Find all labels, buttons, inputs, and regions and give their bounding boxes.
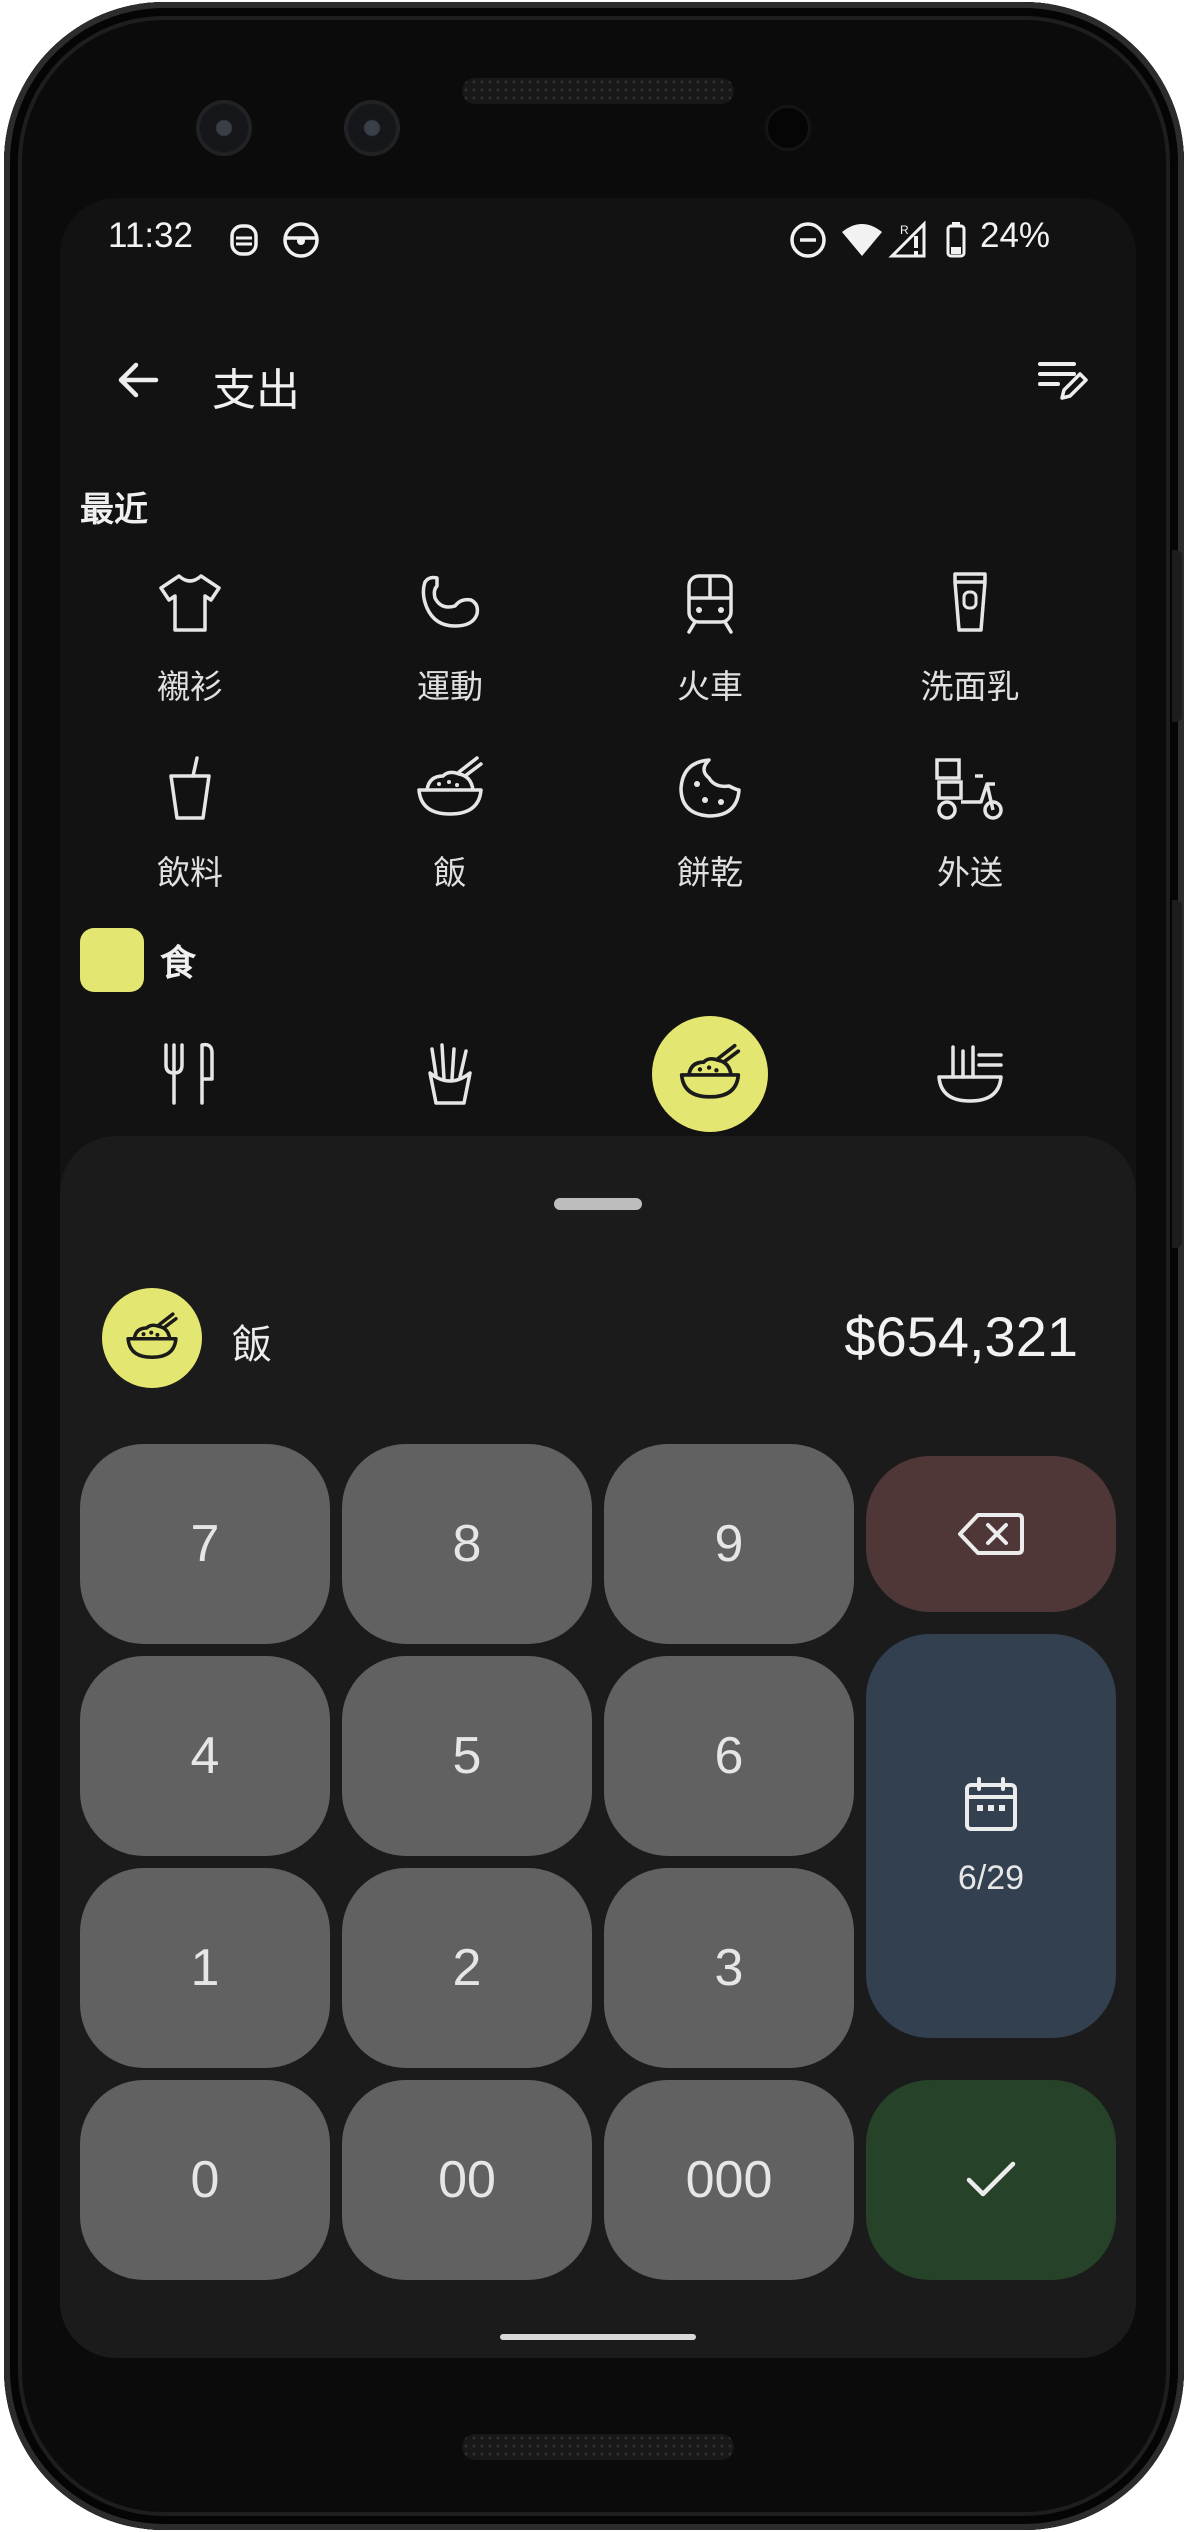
app-screen: 11:32 R 24% 支出 最近 襯衫 運動 火車 洗面乳 飲料 飯 餅乾 外… [60, 198, 1136, 2358]
check-icon [966, 2161, 1016, 2197]
battery-percentage: 24% [980, 216, 1051, 255]
status-bar: 11:32 R 24% [60, 198, 1136, 278]
recent-item-label: 火車 [677, 667, 743, 706]
train-icon [687, 574, 733, 634]
entry-bottom-sheet: 飯 $654,321 7 8 9 4 5 6 1 2 3 0 00 000 6/… [60, 1136, 1136, 2358]
recent-item-label: 襯衫 [157, 667, 223, 706]
sheet-drag-handle[interactable] [554, 1198, 642, 1210]
app-bar: 支出 [60, 318, 1136, 442]
recent-item-rice[interactable]: 飯 [320, 744, 580, 924]
shirt-icon [159, 574, 221, 632]
category-item-fries[interactable] [320, 1016, 580, 1136]
power-button [1172, 550, 1182, 722]
key-3[interactable]: 3 [604, 1868, 854, 2068]
recent-item-train[interactable]: 火車 [580, 558, 840, 738]
recent-item-cookie[interactable]: 餅乾 [580, 744, 840, 924]
back-button[interactable] [100, 342, 176, 418]
home-indicator[interactable] [500, 2334, 696, 2340]
recent-item-shirt[interactable]: 襯衫 [60, 558, 320, 738]
selected-item-name: 飯 [232, 1322, 272, 1368]
delivery-scooter-icon [935, 758, 1003, 820]
bottom-speaker [462, 2434, 734, 2460]
selected-item-avatar [102, 1288, 202, 1388]
recent-item-cleanser[interactable]: 洗面乳 [840, 558, 1100, 738]
key-000[interactable]: 000 [604, 2080, 854, 2280]
category-label: 食 [160, 943, 197, 984]
cleanser-tube-icon [953, 572, 987, 632]
recent-section-label: 最近 [80, 490, 148, 530]
drink-cup-icon [169, 756, 211, 820]
key-9[interactable]: 9 [604, 1444, 854, 1644]
category-color-chip [80, 928, 144, 992]
steering-wheel-icon [280, 220, 322, 260]
battery-icon [944, 220, 968, 260]
front-camera [196, 100, 252, 156]
rice-bowl-icon [417, 756, 483, 816]
do-not-disturb-icon [788, 220, 828, 260]
noodle-bowl-icon [937, 1045, 1003, 1103]
confirm-button[interactable] [866, 2080, 1116, 2280]
recent-item-delivery[interactable]: 外送 [840, 744, 1100, 924]
key-6[interactable]: 6 [604, 1656, 854, 1856]
page-title: 支出 [212, 365, 300, 416]
arm-muscle-icon [421, 575, 480, 628]
cookie-icon [679, 758, 741, 818]
recent-item-drink[interactable]: 飲料 [60, 744, 320, 924]
category-item-dining[interactable] [60, 1016, 320, 1136]
date-picker-button[interactable]: 6/29 [866, 1634, 1116, 2038]
recent-item-label: 外送 [937, 853, 1003, 892]
edit-list-icon [1038, 362, 1088, 400]
rice-bowl-icon [679, 1043, 741, 1099]
recent-item-label: 飲料 [157, 853, 223, 892]
signal-roaming-icon: R [888, 220, 932, 260]
calendar-icon [965, 1776, 1017, 1831]
earpiece-speaker [462, 78, 734, 104]
svg-text:R: R [900, 223, 909, 237]
rice-bowl-icon [126, 1312, 178, 1360]
recent-item-label: 運動 [417, 667, 483, 706]
backspace-icon [958, 1513, 1024, 1555]
phone-frame: 11:32 R 24% 支出 最近 襯衫 運動 火車 洗面乳 飲料 飯 餅乾 外… [4, 2, 1184, 2530]
fork-knife-icon [164, 1042, 214, 1105]
recent-item-label: 餅乾 [677, 853, 743, 892]
key-7[interactable]: 7 [80, 1444, 330, 1644]
key-0[interactable]: 0 [80, 2080, 330, 2280]
category-item-noodles[interactable] [840, 1016, 1100, 1136]
key-8[interactable]: 8 [342, 1444, 592, 1644]
date-label: 6/29 [957, 1858, 1025, 1897]
fries-icon [428, 1043, 472, 1105]
key-5[interactable]: 5 [342, 1656, 592, 1856]
wifi-icon [840, 220, 884, 260]
notification-app-icon [226, 220, 262, 260]
amount-display: $654,321 [844, 1305, 1078, 1368]
status-time: 11:32 [108, 216, 193, 255]
category-item-rice-selected[interactable] [580, 1016, 840, 1136]
key-2[interactable]: 2 [342, 1868, 592, 2068]
backspace-button[interactable] [866, 1456, 1116, 1612]
front-sensor [344, 100, 400, 156]
volume-button [1172, 900, 1182, 1248]
arrow-left-icon [118, 362, 159, 398]
recent-item-label: 飯 [433, 853, 467, 892]
proximity-sensor [768, 108, 808, 148]
key-00[interactable]: 00 [342, 2080, 592, 2280]
key-1[interactable]: 1 [80, 1868, 330, 2068]
key-4[interactable]: 4 [80, 1656, 330, 1856]
recent-item-label: 洗面乳 [920, 667, 1020, 706]
edit-categories-button[interactable] [1024, 342, 1100, 418]
recent-item-exercise[interactable]: 運動 [320, 558, 580, 738]
